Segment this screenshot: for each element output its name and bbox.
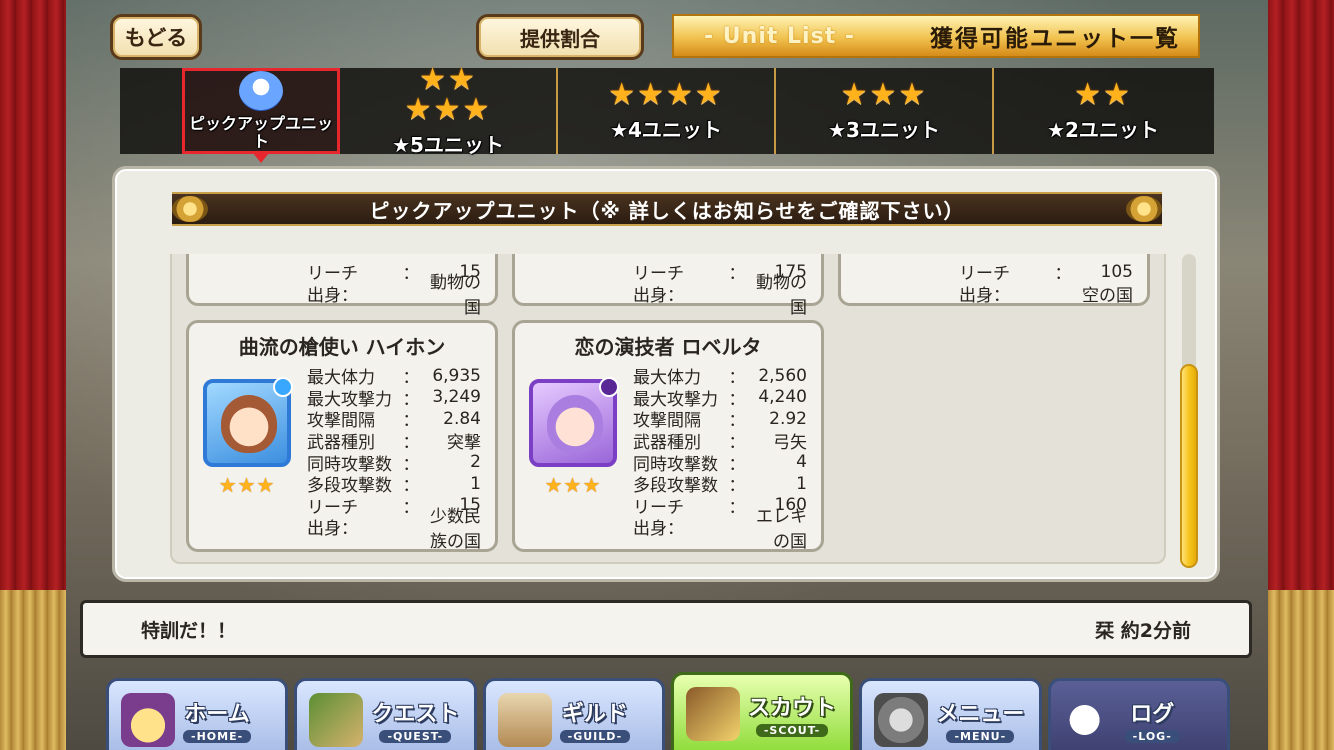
unit-portrait <box>203 377 293 467</box>
unit-card[interactable]: 曲流の槍使い ハイホン ★★★ 最大体力： 6,935 最大攻撃力： 3,249 攻… <box>186 320 498 552</box>
nav-label: ギルド <box>561 702 628 727</box>
stat-value: 4,240 <box>758 387 807 408</box>
left-curtain <box>0 0 66 750</box>
nav-scout-button[interactable]: スカウト -SCOUT- <box>670 672 854 750</box>
tab-label: ★4ユニット <box>610 117 722 142</box>
quest-icon <box>309 692 364 747</box>
stat-value: 突撃 <box>447 433 481 454</box>
rarity-stars-icon: ★★★ <box>218 473 276 497</box>
nav-label: スカウト <box>747 696 836 721</box>
unit-stats: 最大体力： 6,935 最大攻撃力： 3,249 攻撃間隔： 2.84 武器種別：突撃… <box>307 365 481 552</box>
tab-label: ★5ユニット <box>392 132 504 157</box>
title-subtitle: - Unit List - <box>704 23 855 49</box>
stat-label: 出身： <box>307 519 358 540</box>
tab-label: ★3ユニット <box>828 117 940 142</box>
unit-stats: 最大体力： 2,560 最大攻撃力： 4,240 攻撃間隔： 2.92 武器種別：弓矢… <box>633 365 807 552</box>
nav-sublabel: -QUEST- <box>379 730 452 743</box>
nav-label: ホーム <box>184 702 250 727</box>
stat-value: 2 <box>470 452 481 473</box>
stat-value: 4 <box>796 452 807 473</box>
star-rating-icon: ★★★ <box>840 76 928 112</box>
stat-label: 出身： <box>633 519 684 540</box>
stat-label: 出身： <box>633 285 684 306</box>
nav-home-button[interactable]: ホーム -HOME- <box>106 678 289 750</box>
star-rating-icon: ★★★★ <box>608 76 724 112</box>
tab-5star[interactable]: ★★ ★★★ ★5ユニット <box>340 61 558 157</box>
nav-sublabel: -LOG- <box>1124 730 1180 743</box>
nav-label: メニュー <box>936 702 1025 727</box>
stat-value: 1 <box>796 473 807 494</box>
nav-sublabel: -HOME- <box>183 730 252 743</box>
ornament-icon <box>172 196 208 222</box>
selected-arrow-icon <box>253 153 269 163</box>
unit-list[interactable]: リーチ： 15 出身： 動物の国 リーチ： 175 出身： 動物の国 リーチ： 105 出… <box>170 254 1166 564</box>
right-curtain <box>1268 0 1334 750</box>
stat-label: 出身： <box>959 285 1010 306</box>
unit-portrait <box>529 377 619 467</box>
water-element-icon <box>273 377 293 397</box>
nav-log-button[interactable]: ログ -LOG- <box>1047 678 1230 750</box>
nav-sublabel: -SCOUT- <box>755 724 829 737</box>
star-rating-icon: ★★ ★★★ <box>404 61 492 127</box>
nav-label: クエスト <box>371 702 460 727</box>
nav-guild-button[interactable]: ギルド -GUILD- <box>482 678 665 750</box>
unit-card[interactable]: リーチ： 175 出身： 動物の国 <box>512 254 824 318</box>
stat-label: 出身： <box>307 285 358 306</box>
section-header: ピックアップユニット（※ 詳しくはお知らせをご確認下さい） <box>172 192 1162 226</box>
rarity-stars-icon: ★★★ <box>544 473 602 497</box>
stat-value: 3,249 <box>432 387 481 408</box>
nav-sublabel: -MENU- <box>946 730 1015 743</box>
stat-value: 1 <box>470 473 481 494</box>
stat-value: 2.92 <box>769 408 807 429</box>
unit-card[interactable]: リーチ： 15 出身： 動物の国 <box>186 254 498 318</box>
guild-icon <box>497 692 552 747</box>
ornament-icon <box>1126 196 1162 222</box>
nav-quest-button[interactable]: クエスト -QUEST- <box>294 678 477 750</box>
character-face-icon <box>547 395 603 453</box>
stat-value: 弓矢 <box>773 433 807 454</box>
title-banner: - Unit List - 獲得可能ユニット一覧 <box>672 14 1200 58</box>
gear-icon <box>874 692 929 747</box>
stat-value: 少数民族の国 <box>430 506 481 552</box>
stat-value: エレキの国 <box>756 506 807 552</box>
section-title: ピックアップユニット（※ 詳しくはお知らせをご確認下さい） <box>369 198 965 223</box>
stat-value: 動物の国 <box>430 273 481 319</box>
tab-label: ピックアップユニット <box>188 114 333 151</box>
chat-message: 特訓だ！！ <box>141 619 237 642</box>
unit-name: 曲流の槍使い ハイホン <box>238 335 446 359</box>
nav-sublabel: -GUILD- <box>559 730 631 743</box>
star-rating-icon: ★★ <box>1074 76 1132 112</box>
drop-rates-button[interactable]: 提供割合 <box>476 14 644 60</box>
stat-value: 空の国 <box>1082 285 1133 306</box>
stat-value: 動物の国 <box>756 273 807 319</box>
nav-label: ログ <box>1130 702 1175 727</box>
dark-element-icon <box>599 377 619 397</box>
chat-bubble-icon <box>1062 692 1117 747</box>
bottom-nav: ホーム -HOME- クエスト -QUEST- ギルド -GUILD- スカウト -SC… <box>106 672 1230 750</box>
chat-meta: 栞 約2分前 <box>1095 619 1191 642</box>
back-button[interactable]: もどる <box>110 14 202 60</box>
tab-2star[interactable]: ★★ ★2ユニット <box>994 68 1212 154</box>
home-icon <box>121 692 175 747</box>
scrollbar-thumb[interactable] <box>1180 364 1198 568</box>
unit-name: 恋の演技者 ロベルタ <box>574 335 762 359</box>
nav-menu-button[interactable]: メニュー -MENU- <box>859 678 1042 750</box>
stat-value: 2,560 <box>758 365 807 386</box>
tab-4star[interactable]: ★★★★ ★4ユニット <box>558 68 776 154</box>
page-title: 獲得可能ユニット一覧 <box>930 26 1180 52</box>
chat-bar[interactable]: 特訓だ！！ 栞 約2分前 <box>80 600 1252 658</box>
tab-pickup[interactable]: ピックアップユニット <box>182 68 340 163</box>
stat-value: 6,935 <box>432 365 481 386</box>
stat-value: 105 <box>1100 261 1133 282</box>
unit-card[interactable]: 恋の演技者 ロベルタ ★★★ 最大体力： 2,560 最大攻撃力： 4,240 攻撃… <box>512 320 824 552</box>
scout-icon <box>685 686 740 741</box>
unit-card[interactable]: リーチ： 105 出身： 空の国 <box>838 254 1150 306</box>
character-face-icon <box>221 395 277 453</box>
pickup-avatar-icon <box>239 71 283 111</box>
tab-label: ★2ユニット <box>1047 117 1159 142</box>
unit-category-tabs: ピックアップユニット ★★ ★★★ ★5ユニット ★★★★ ★4ユニット ★★★… <box>120 61 1214 163</box>
tab-3star[interactable]: ★★★ ★3ユニット <box>776 68 994 154</box>
stat-value: 2.84 <box>443 408 481 429</box>
